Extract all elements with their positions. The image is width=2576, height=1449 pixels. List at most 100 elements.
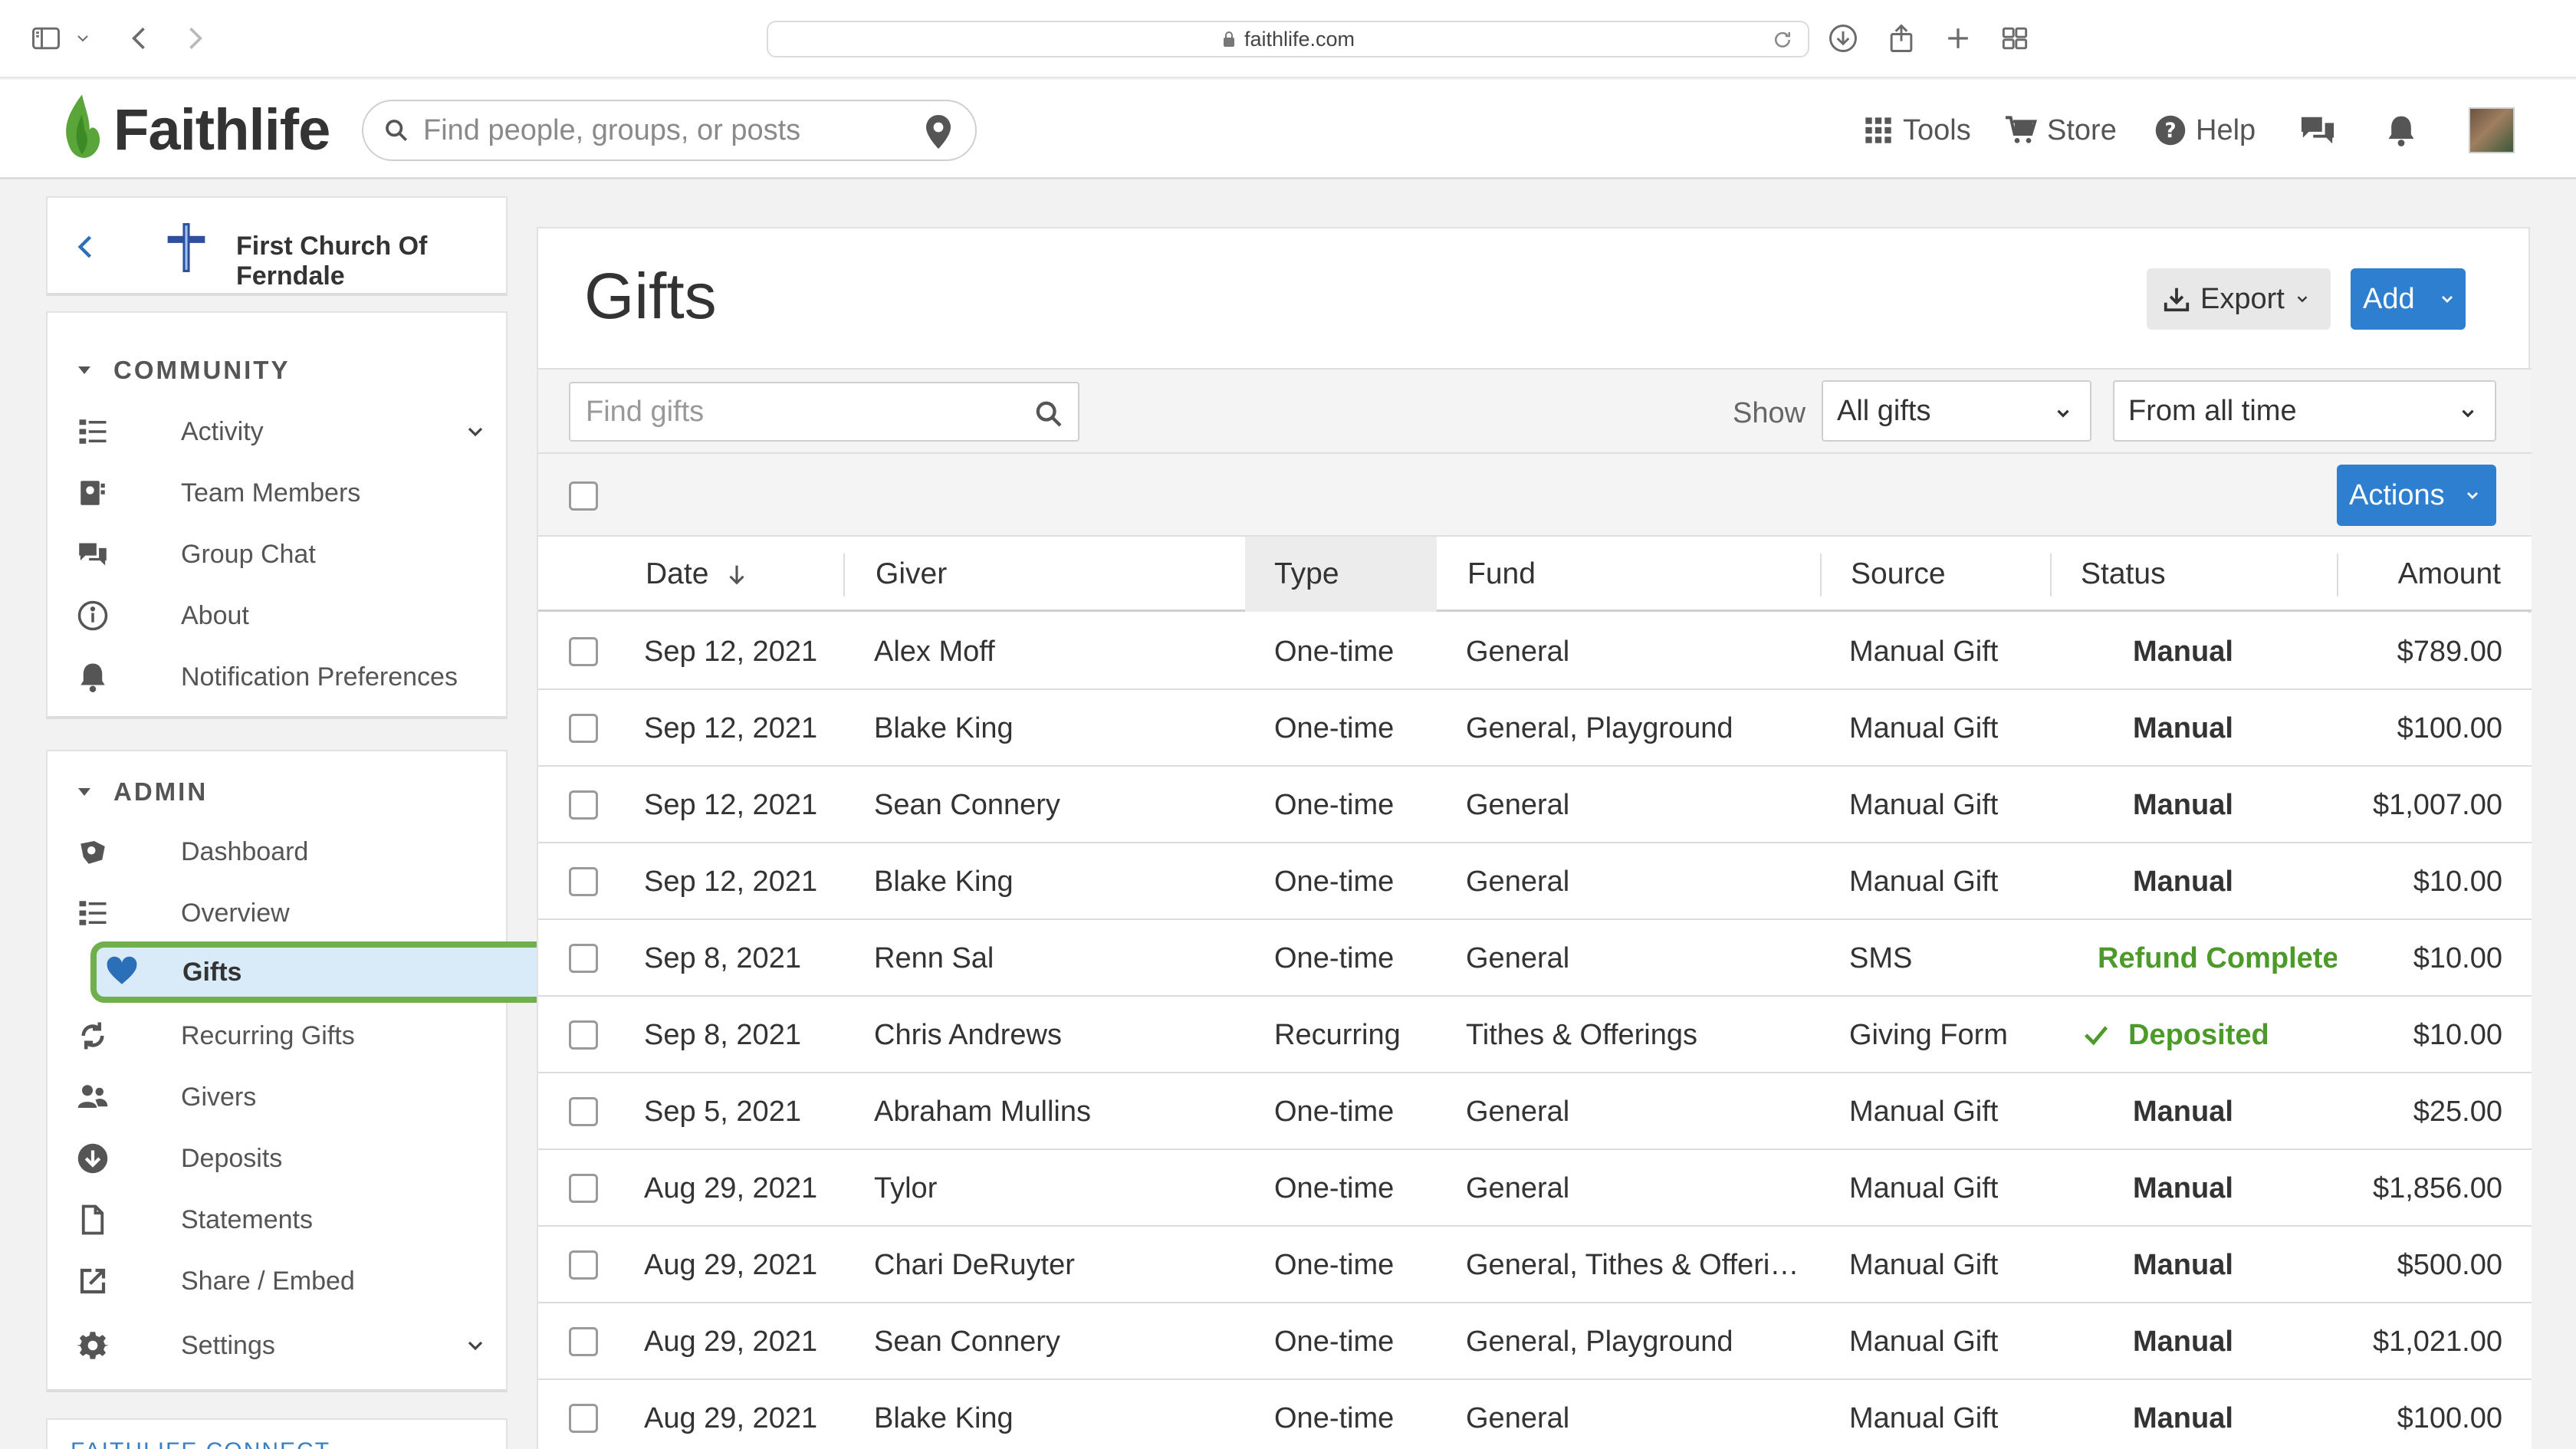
giver-cell[interactable]: Blake King	[874, 843, 1234, 920]
chevron-down-icon[interactable]	[74, 21, 92, 55]
share-sheet-icon[interactable]	[1884, 21, 1918, 55]
status-cell: Manual	[2133, 1150, 2332, 1227]
global-search-input[interactable]	[423, 113, 899, 147]
table-row[interactable]: Aug 29, 2021 Sean Connery One-time General,…	[538, 1303, 2532, 1380]
giver-cell[interactable]: Blake King	[874, 690, 1234, 767]
time-range-select[interactable]: From all time	[2113, 380, 2496, 442]
sidebar-item-team-members[interactable]: Team Members	[75, 466, 504, 520]
column-status[interactable]: Status	[2081, 537, 2166, 612]
type-cell: One-time	[1274, 1325, 1395, 1358]
row-checkbox[interactable]	[569, 1250, 598, 1280]
source-cell: Manual Gift	[1849, 711, 1999, 744]
add-button[interactable]: Add	[2351, 268, 2466, 330]
sidebar-item-activity[interactable]: Activity	[75, 405, 504, 458]
row-checkbox[interactable]	[569, 944, 598, 973]
sidebar-item-settings[interactable]: Settings	[75, 1319, 504, 1372]
giver-cell[interactable]: Alex Moffi	[874, 613, 997, 690]
faithlife-logo[interactable]: Faithlife	[57, 92, 330, 167]
chevron-down-icon[interactable]	[463, 419, 488, 444]
notifications-button[interactable]	[2384, 107, 2427, 153]
new-tab-plus-icon[interactable]	[1941, 21, 1975, 55]
table-row[interactable]: Sep 12, 2021 Blake King One-time General Man…	[538, 843, 2532, 920]
source-cell: Manual Gift	[1849, 788, 1999, 821]
giver-cell[interactable]: Abraham Mullins	[874, 1073, 1234, 1150]
tab-overview-icon[interactable]	[1998, 21, 2032, 55]
row-checkbox[interactable]	[569, 714, 598, 743]
giver-cell[interactable]: Chari DeRuyter	[874, 1227, 1234, 1303]
date-cell: Aug 29, 2021	[644, 1401, 818, 1434]
table-row[interactable]: Sep 8, 2021 Renn Sal One-time General SMS Ref…	[538, 920, 2532, 997]
table-row[interactable]: Sep 12, 2021 Sean Connery One-time General M…	[538, 767, 2532, 843]
row-checkbox[interactable]	[569, 637, 598, 666]
row-checkbox[interactable]	[569, 867, 598, 896]
giver-cell[interactable]: Sean Connery	[874, 767, 1234, 843]
address-bar[interactable]: faithlife.com	[767, 21, 1809, 58]
back-chevron-icon[interactable]	[69, 230, 103, 264]
table-row[interactable]: Aug 29, 2021 Blake King One-time General Man…	[538, 1380, 2532, 1449]
column-source[interactable]: Source	[1851, 537, 1946, 612]
chevron-down-icon[interactable]	[463, 1333, 488, 1358]
gift-filter-select[interactable]: All gifts	[1822, 380, 2091, 442]
export-button[interactable]: Export	[2147, 268, 2331, 330]
column-fund[interactable]: Fund	[1467, 537, 1536, 612]
giver-cell[interactable]: Sean Connery	[874, 1303, 1234, 1380]
row-checkbox[interactable]	[569, 790, 598, 820]
gifts-table-header: Date Giver Type Fund Source Status Amoun…	[538, 537, 2532, 612]
date-cell: Sep 12, 2021	[644, 865, 818, 898]
connect-heading[interactable]: FAITHLIFE CONNECT	[71, 1438, 330, 1449]
community-heading[interactable]: COMMUNITY	[75, 356, 290, 385]
reload-icon[interactable]	[1771, 28, 1794, 51]
table-row[interactable]: Sep 8, 2021 Chris Andrews Recurring Tithes …	[538, 997, 2532, 1073]
help-link[interactable]: ? Help	[2154, 107, 2256, 153]
sidebar-item-overview[interactable]: Overview	[75, 886, 504, 940]
row-checkbox[interactable]	[569, 1097, 598, 1126]
row-checkbox[interactable]	[569, 1404, 598, 1433]
sidebar-item-recurring-gifts[interactable]: Recurring Gifts	[75, 1009, 504, 1063]
download-icon[interactable]	[1826, 21, 1860, 55]
giver-cell[interactable]: Tylor	[874, 1150, 1234, 1227]
column-amount[interactable]: Amount	[2348, 537, 2501, 612]
back-arrow-icon[interactable]	[123, 21, 156, 55]
user-avatar[interactable]	[2469, 107, 2515, 153]
sidebar-item-notification-preferences[interactable]: Notification Preferences	[75, 650, 504, 704]
giver-cell[interactable]: Chris Andrews	[874, 997, 1234, 1073]
actions-button[interactable]: Actions	[2337, 465, 2496, 526]
sidebar-item-givers[interactable]: Givers	[75, 1070, 504, 1124]
sidebar-item-gifts[interactable]: Gifts	[90, 941, 554, 1003]
sidebar-item-about[interactable]: About	[75, 589, 504, 642]
table-row[interactable]: Aug 29, 2021 Tylor One-time General Manual G…	[538, 1150, 2532, 1227]
global-search[interactable]	[362, 100, 977, 161]
find-gifts-search[interactable]	[569, 382, 1079, 442]
store-link[interactable]: Store	[2004, 107, 2117, 153]
sidebar-toggle-icon[interactable]	[29, 21, 63, 55]
checkmark-icon	[2085, 1026, 2108, 1046]
column-date[interactable]: Date	[646, 537, 750, 612]
location-pin-icon[interactable]	[923, 113, 954, 150]
admin-heading[interactable]: ADMIN	[75, 777, 208, 807]
row-checkbox[interactable]	[569, 1174, 598, 1203]
giver-cell[interactable]: Renn Sal	[874, 920, 1234, 997]
row-checkbox[interactable]	[569, 1020, 598, 1050]
sidebar-item-group-chat[interactable]: Group Chat	[75, 527, 504, 581]
status-cell: Manual	[2133, 843, 2332, 920]
status-text: Manual	[2133, 788, 2233, 821]
select-all-checkbox[interactable]	[569, 481, 598, 511]
table-row[interactable]: Sep 12, 2021 Blake King One-time General, P…	[538, 690, 2532, 767]
sidebar-item-share-embed[interactable]: Share / Embed	[75, 1254, 504, 1308]
messages-button[interactable]	[2298, 107, 2346, 153]
group-name[interactable]: First Church Of Ferndale	[236, 232, 506, 291]
sidebar-item-deposits[interactable]: Deposits	[75, 1132, 504, 1185]
sidebar-item-dashboard[interactable]: Dashboard	[75, 825, 504, 879]
activity-list-icon	[75, 414, 110, 449]
find-gifts-input[interactable]	[586, 395, 1015, 429]
giver-cell[interactable]: Blake King	[874, 1380, 1234, 1449]
sidebar-item-statements[interactable]: Statements	[75, 1193, 504, 1247]
tools-menu[interactable]: Tools	[1863, 107, 1971, 153]
table-row[interactable]: Sep 12, 2021 Alex Moffi One-time General Man…	[538, 613, 2532, 690]
table-row[interactable]: Sep 5, 2021 Abraham Mullins One-time Genera…	[538, 1073, 2532, 1150]
table-row[interactable]: Aug 29, 2021 Chari DeRuyter One-time Genera…	[538, 1227, 2532, 1303]
row-checkbox[interactable]	[569, 1327, 598, 1356]
column-giver[interactable]: Giver	[876, 537, 947, 612]
forward-arrow-icon[interactable]	[178, 21, 212, 55]
column-type[interactable]: Type	[1245, 537, 1437, 612]
